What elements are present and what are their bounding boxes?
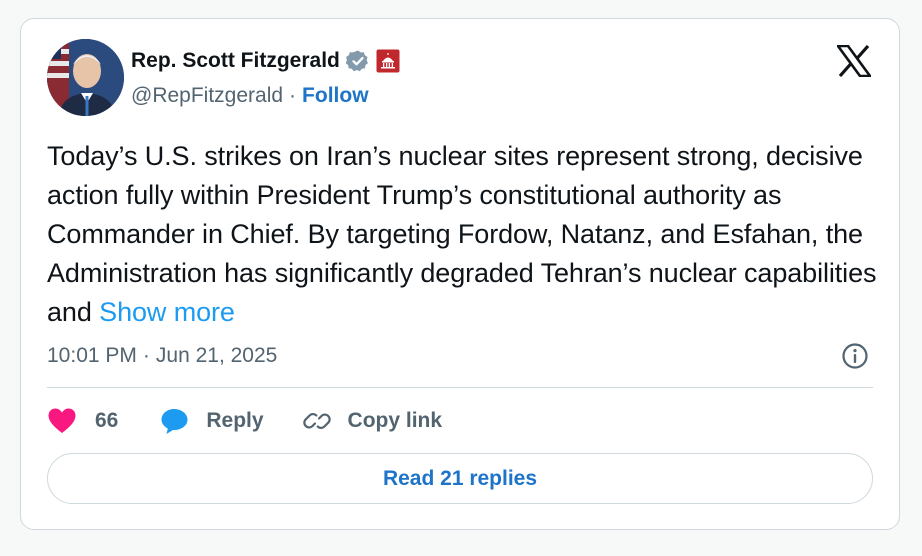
tweet-text: Today’s U.S. strikes on Iran’s nuclear s… xyxy=(47,137,887,332)
avatar[interactable] xyxy=(47,39,124,116)
x-logo-icon[interactable] xyxy=(835,44,873,78)
tweet-date: Jun 21, 2025 xyxy=(155,344,278,367)
divider xyxy=(47,387,873,388)
copy-link-button[interactable]: Copy link xyxy=(302,407,443,435)
like-count: 66 xyxy=(95,409,119,432)
tweet-actions: 66 Reply Copy link xyxy=(47,403,442,439)
reply-bubble-icon xyxy=(161,409,188,434)
author-name[interactable]: Rep. Scott Fitzgerald xyxy=(131,49,340,73)
show-more-link[interactable]: Show more xyxy=(99,297,235,327)
verified-badge-icon xyxy=(345,49,370,73)
like-button[interactable]: 66 xyxy=(47,407,118,435)
timestamp-separator: · xyxy=(142,344,150,367)
tweet-time: 10:01 PM xyxy=(47,344,137,367)
follow-button[interactable]: Follow xyxy=(302,84,369,108)
author-handle-row: @RepFitzgerald · Follow xyxy=(131,83,369,109)
read-replies-button[interactable]: Read 21 replies xyxy=(47,453,873,504)
info-icon[interactable] xyxy=(841,342,869,370)
author-name-row: Rep. Scott Fitzgerald xyxy=(131,47,400,75)
reply-button[interactable]: Reply xyxy=(160,407,264,435)
tweet-timestamp[interactable]: 10:01 PM · Jun 21, 2025 xyxy=(47,341,277,371)
reply-label: Reply xyxy=(206,409,264,432)
link-icon xyxy=(302,412,331,430)
copy-link-label: Copy link xyxy=(347,409,443,432)
read-replies-label: Read 21 replies xyxy=(382,466,538,490)
handle-separator: · xyxy=(289,84,297,107)
capitol-affiliation-icon[interactable] xyxy=(376,49,400,73)
author-handle[interactable]: @RepFitzgerald xyxy=(131,84,283,108)
heart-icon xyxy=(48,408,76,433)
tweet-card: Rep. Scott Fitzgerald @RepFitzgerald · F… xyxy=(20,18,900,530)
